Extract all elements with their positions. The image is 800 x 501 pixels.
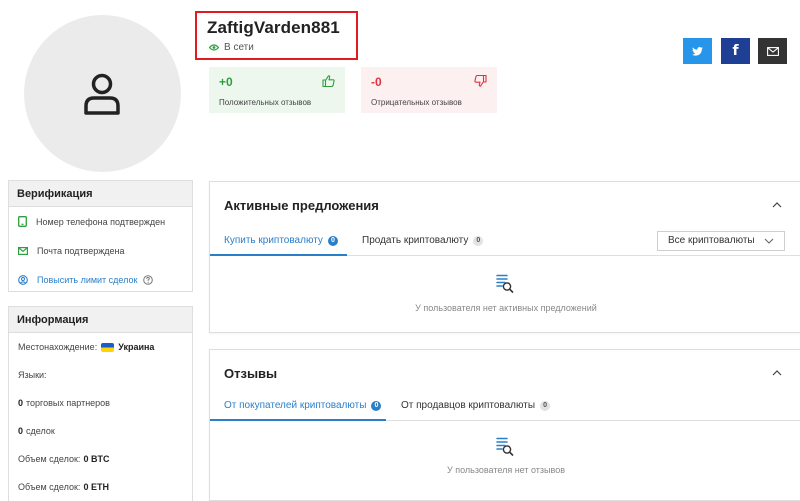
location-row: Местонахождение: Украина bbox=[9, 333, 192, 361]
positive-feedback-card: +0 Положительных отзывов bbox=[209, 67, 345, 113]
thumbs-down-icon bbox=[474, 75, 487, 87]
email-verified-item: Почта подтверждена bbox=[9, 236, 192, 265]
username-highlight: ZaftigVarden881 В сети bbox=[195, 11, 358, 60]
reviews-tabs: От покупателей криптовалюты 0 От продавц… bbox=[210, 396, 800, 421]
volume-btc-value: 0 BTC bbox=[83, 454, 110, 464]
positive-feedback-label: Положительных отзывов bbox=[219, 98, 312, 107]
tab-sell-crypto-count: 0 bbox=[473, 235, 484, 246]
thumbs-up-icon bbox=[322, 75, 335, 87]
active-offers-card: Активные предложения Купить криптовалюту… bbox=[209, 181, 800, 333]
active-tab-indicator bbox=[210, 254, 347, 256]
info-panel: Информация Местонахождение: Украина Язык… bbox=[8, 306, 193, 501]
help-icon[interactable] bbox=[143, 274, 154, 285]
active-tab-indicator bbox=[210, 419, 386, 421]
deals-row: 0 сделок bbox=[9, 417, 192, 445]
crypto-filter-select[interactable]: Все криптовалюты bbox=[657, 231, 785, 251]
chevron-up-icon[interactable] bbox=[772, 202, 782, 208]
languages-label: Языки: bbox=[18, 370, 47, 380]
negative-feedback-count: -0 bbox=[371, 75, 382, 89]
deals-count: 0 bbox=[18, 426, 24, 436]
mail-icon bbox=[766, 46, 779, 56]
reviews-card: Отзывы От покупателей криптовалюты 0 От … bbox=[209, 349, 800, 501]
location-label: Местонахождение: bbox=[18, 342, 98, 352]
phone-verified-item: Номер телефона подтвержден bbox=[9, 207, 192, 236]
email-verified-label: Почта подтверждена bbox=[37, 245, 125, 256]
tab-from-buyers[interactable]: От покупателей криптовалюты 0 bbox=[224, 400, 382, 411]
volume-eth-row: Объем сделок: 0 ETH bbox=[9, 473, 192, 501]
languages-row: Языки: bbox=[9, 361, 192, 389]
avatar bbox=[24, 15, 181, 172]
phone-verified-label: Номер телефона подтвержден bbox=[36, 216, 166, 227]
deals-label: сделок bbox=[26, 426, 55, 436]
verification-panel: Верификация Номер телефона подтвержден П… bbox=[8, 180, 193, 292]
tab-buy-crypto-label: Купить криптовалюту bbox=[224, 235, 323, 246]
raise-deal-limit-link[interactable]: Повысить лимит сделок bbox=[9, 265, 192, 294]
empty-search-icon bbox=[496, 437, 514, 456]
partners-row: 0 торговых партнеров bbox=[9, 389, 192, 417]
volume-eth-label: Объем сделок: bbox=[18, 482, 81, 492]
volume-eth-value: 0 ETH bbox=[83, 482, 109, 492]
tab-from-sellers-label: От продавцов криптовалюты bbox=[401, 400, 536, 411]
volume-btc-row: Объем сделок: 0 BTC bbox=[9, 445, 192, 473]
facebook-icon: f bbox=[732, 43, 739, 59]
online-status-text: В сети bbox=[224, 42, 254, 53]
chevron-up-icon[interactable] bbox=[772, 370, 782, 376]
tab-from-buyers-label: От покупателей криптовалюты bbox=[224, 400, 367, 411]
tab-sell-crypto-label: Продать криптовалюту bbox=[362, 235, 469, 246]
volume-btc-label: Объем сделок: bbox=[18, 454, 81, 464]
user-icon bbox=[84, 73, 120, 115]
eye-icon bbox=[209, 44, 219, 51]
ukraine-flag-icon bbox=[101, 342, 115, 352]
negative-feedback-label: Отрицательных отзывов bbox=[371, 98, 462, 107]
facebook-share-button[interactable]: f bbox=[721, 38, 750, 64]
username: ZaftigVarden881 bbox=[207, 18, 340, 37]
empty-search-icon bbox=[496, 274, 514, 293]
reviews-title: Отзывы bbox=[224, 366, 278, 381]
email-share-button[interactable] bbox=[758, 38, 787, 64]
tab-buy-crypto-count: 0 bbox=[327, 235, 338, 246]
info-title: Информация bbox=[9, 307, 192, 333]
active-offers-title: Активные предложения bbox=[224, 198, 379, 213]
crypto-filter-value: Все криптовалюты bbox=[668, 235, 755, 246]
positive-feedback-count: +0 bbox=[219, 75, 233, 89]
tab-from-buyers-count: 0 bbox=[371, 400, 382, 411]
twitter-icon bbox=[692, 46, 703, 56]
tab-from-sellers[interactable]: От продавцов криптовалюты 0 bbox=[401, 400, 551, 411]
tab-from-sellers-count: 0 bbox=[540, 400, 551, 411]
raise-deal-limit-label: Повысить лимит сделок bbox=[37, 274, 138, 285]
user-circle-icon bbox=[18, 274, 28, 285]
reviews-empty-message: У пользователя нет отзывов bbox=[446, 465, 565, 475]
negative-feedback-card: -0 Отрицательных отзывов bbox=[361, 67, 497, 113]
phone-icon bbox=[18, 216, 27, 227]
online-status: В сети bbox=[209, 42, 254, 53]
partners-label: торговых партнеров bbox=[26, 398, 110, 408]
location-value: Украина bbox=[118, 342, 155, 352]
chevron-down-icon bbox=[764, 238, 774, 244]
verification-title: Верификация bbox=[9, 181, 192, 207]
offers-empty-message: У пользователя нет активных предложений bbox=[415, 303, 597, 313]
tab-sell-crypto[interactable]: Продать криптовалюту 0 bbox=[362, 235, 484, 246]
twitter-share-button[interactable] bbox=[683, 38, 712, 64]
tab-buy-crypto[interactable]: Купить криптовалюту 0 bbox=[224, 235, 338, 246]
mail-icon bbox=[18, 246, 28, 255]
partners-count: 0 bbox=[18, 398, 24, 408]
